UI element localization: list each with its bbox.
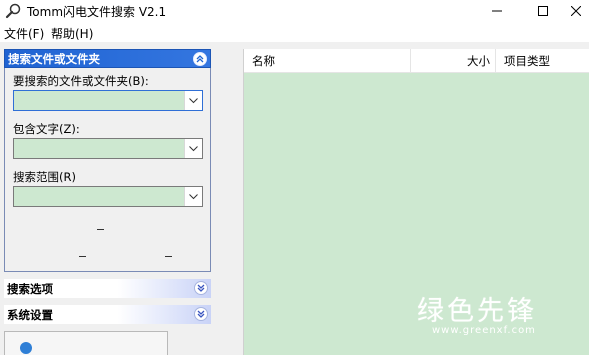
filename-label: 要搜索的文件或文件夹(B):	[13, 74, 149, 88]
collapse-chevron-icon[interactable]	[193, 52, 207, 66]
close-button[interactable]	[563, 0, 589, 22]
maximize-button[interactable]	[521, 0, 565, 22]
panel-splitter[interactable]	[216, 42, 243, 355]
minimize-icon	[492, 10, 502, 12]
search-scope-combobox[interactable]	[13, 186, 203, 207]
maximize-icon	[538, 6, 548, 16]
search-options-header[interactable]: 搜索选项	[4, 279, 211, 298]
person-icon	[20, 342, 32, 354]
filename-combobox[interactable]	[13, 90, 203, 111]
column-header-type[interactable]: 项目类型	[495, 49, 589, 73]
results-list[interactable]: 名称 大小 项目类型	[243, 49, 589, 355]
magnifier-icon	[5, 3, 21, 19]
search-section-body: 要搜索的文件或文件夹(B): 包含文字(Z): 搜索范围(R)	[4, 68, 211, 272]
left-panel: 搜索文件或文件夹 要搜索的文件或文件夹(B): 包含文字(Z): 搜索范围(R)	[0, 44, 216, 355]
chevron-down-icon[interactable]	[184, 187, 202, 206]
dash-mark	[79, 256, 86, 257]
expand-chevron-icon[interactable]	[194, 307, 208, 321]
chevron-down-icon[interactable]	[184, 139, 202, 158]
list-header: 名称 大小 项目类型	[244, 49, 589, 73]
search-section-title: 搜索文件或文件夹	[8, 51, 100, 66]
watermark-logo: 绿色先锋	[417, 296, 537, 327]
minimize-button[interactable]	[475, 0, 519, 22]
chevron-down-icon[interactable]	[184, 91, 202, 110]
title-bar: Tomm闪电文件搜索 V2.1	[0, 0, 589, 22]
system-settings-header[interactable]: 系统设置	[4, 305, 211, 324]
window-title: Tomm闪电文件搜索 V2.1	[27, 5, 167, 19]
search-start-button[interactable]	[4, 331, 168, 355]
search-options-title: 搜索选项	[7, 281, 53, 296]
menu-file[interactable]: 文件(F)	[4, 25, 44, 42]
search-section-header[interactable]: 搜索文件或文件夹	[4, 49, 211, 68]
system-settings-title: 系统设置	[7, 307, 53, 322]
menu-help[interactable]: 帮助(H)	[51, 25, 93, 42]
column-header-name[interactable]: 名称	[252, 49, 275, 73]
search-scope-label: 搜索范围(R)	[13, 170, 76, 184]
close-icon	[571, 6, 581, 16]
watermark-url: www.greenxf.com	[432, 325, 536, 336]
expand-chevron-icon[interactable]	[194, 281, 208, 295]
column-header-size[interactable]: 大小	[410, 49, 490, 73]
menu-bar: 文件(F) 帮助(H)	[0, 22, 589, 42]
dash-mark	[165, 256, 172, 257]
contains-text-label: 包含文字(Z):	[13, 122, 80, 136]
dash-mark	[97, 229, 104, 230]
contains-text-combobox[interactable]	[13, 138, 203, 159]
